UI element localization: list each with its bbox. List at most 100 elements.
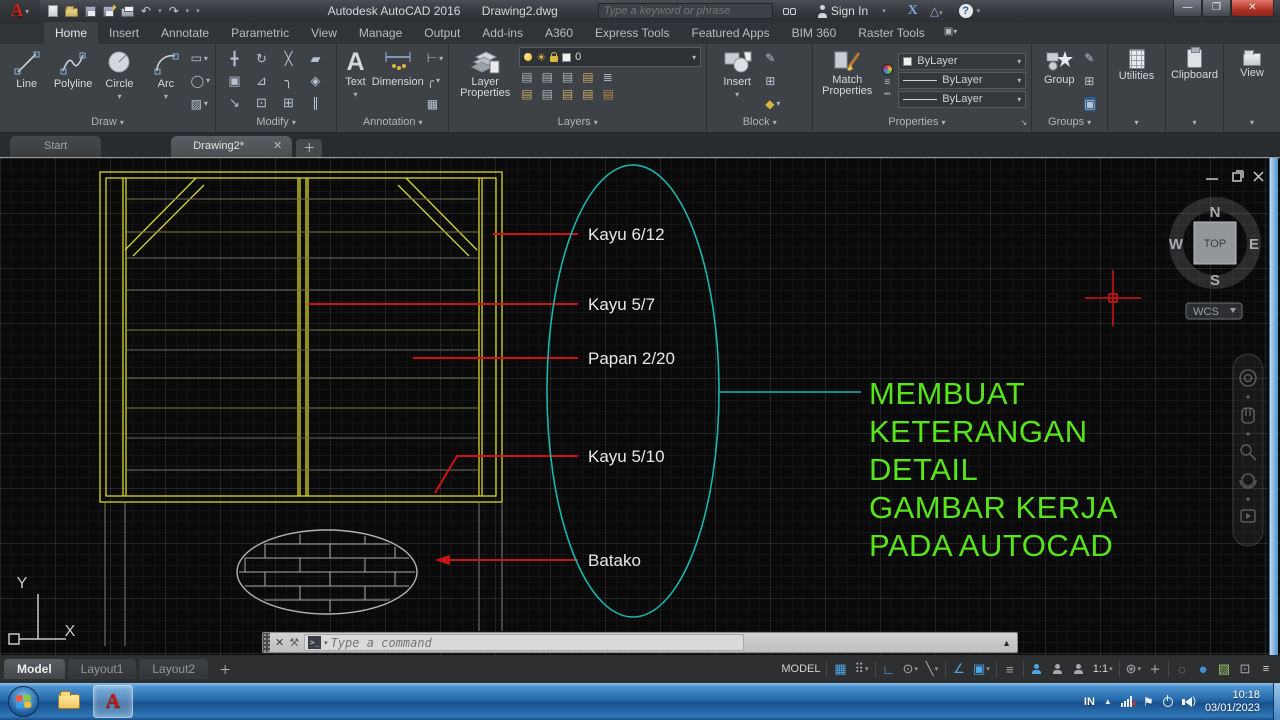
graphics-performance-icon[interactable]: ● <box>1193 658 1213 680</box>
layer-lock-icon[interactable]: ▤ <box>582 70 593 84</box>
start-button[interactable] <box>8 686 39 717</box>
callout-kayu-5-10[interactable]: Kayu 5/10 <box>588 447 665 466</box>
plot-button[interactable] <box>121 6 134 17</box>
layer-on-all-icon[interactable]: ▤ <box>521 87 532 101</box>
command-history-toggle[interactable]: ▲ <box>1002 638 1017 648</box>
ortho-toggle-icon[interactable]: ∟ <box>879 658 899 680</box>
table-tool-icon[interactable]: ▦ <box>427 97 438 111</box>
layer-thaw-all-icon[interactable]: ▤ <box>562 87 573 101</box>
qat-customize-dropdown[interactable]: ▾ <box>196 7 200 15</box>
callout-kayu-6-12[interactable]: Kayu 6/12 <box>588 225 665 244</box>
match-properties-button[interactable]: Match Properties <box>818 47 876 115</box>
insert-button[interactable]: Insert ▾ <box>712 47 762 115</box>
stretch-tool-icon[interactable]: ↘ <box>221 92 248 114</box>
layer-prev-icon[interactable]: ▤ <box>603 87 614 101</box>
help-button[interactable]: ? <box>958 4 973 18</box>
copy-tool-icon[interactable]: ▣ <box>221 70 248 92</box>
search-icon[interactable] <box>782 7 796 15</box>
scale-tool-icon[interactable]: ⊡ <box>248 92 275 114</box>
ellipse-tool-icon[interactable]: ◯ <box>191 74 204 88</box>
tab-featured-apps[interactable]: Featured Apps <box>681 22 781 44</box>
new-layout-button[interactable]: ＋ <box>211 661 239 678</box>
view-button[interactable]: View <box>1229 47 1275 115</box>
layer-properties-button[interactable]: Layer Properties <box>454 47 516 115</box>
layout2-tab[interactable]: Layout2 <box>139 659 209 679</box>
panel-footer-modify[interactable]: Modify ▾ <box>216 115 336 132</box>
help-dropdown[interactable]: ▾ <box>977 7 981 15</box>
lineweight-select[interactable]: ByLayer ▾ <box>898 71 1027 89</box>
model-space-canvas[interactable]: Kayu 6/12 Kayu 5/7 Papan 2/20 Kayu 5/10 … <box>0 158 1280 655</box>
grid-toggle-icon[interactable]: ▦ <box>830 658 850 680</box>
command-recent-dropdown[interactable]: ▾ <box>324 639 328 647</box>
trim-tool-icon[interactable]: ╳ <box>275 48 302 70</box>
note-line-4[interactable]: GAMBAR KERJA <box>869 490 1118 525</box>
group-edit-icon[interactable]: ⊞ <box>1084 74 1094 88</box>
command-input[interactable] <box>330 635 741 650</box>
layer-unisolate-icon[interactable]: ▤ <box>542 87 553 101</box>
ribbon-display-toggle[interactable]: ▣▾ <box>944 22 957 44</box>
tab-output[interactable]: Output <box>413 22 471 44</box>
taskbar-clock[interactable]: 10:18 03/01/2023 <box>1205 689 1260 715</box>
callout-labels[interactable]: Kayu 6/12 Kayu 5/7 Papan 2/20 Kayu 5/10 … <box>588 225 675 570</box>
isolate-objects-icon[interactable]: ◌ <box>1172 658 1192 680</box>
layer-off-icon[interactable]: ▤ <box>521 70 532 84</box>
viewcube[interactable]: N W E S TOP WCS <box>1169 197 1261 320</box>
tab-manage[interactable]: Manage <box>348 22 413 44</box>
layer-unlock2-icon[interactable]: ▤ <box>582 87 593 101</box>
tab-annotate[interactable]: Annotate <box>150 22 220 44</box>
workspace-switching-icon[interactable]: ⊛ ▾ <box>1123 658 1144 680</box>
tab-bim360[interactable]: BIM 360 <box>781 22 848 44</box>
sign-in-button[interactable]: Sign In ▾ <box>817 4 886 18</box>
network-icon[interactable]: × <box>1120 696 1137 710</box>
drawing-restore-icon[interactable] <box>1232 170 1244 182</box>
undo-dropdown[interactable]: ▾ <box>158 7 162 15</box>
block-edit-icon[interactable]: ✎ <box>765 51 775 65</box>
command-close-icon[interactable]: ✕ <box>270 636 289 649</box>
file-tab-start[interactable]: Start <box>10 136 102 157</box>
viewcube-west[interactable]: W <box>1169 236 1184 253</box>
tab-parametric[interactable]: Parametric <box>220 22 300 44</box>
layer-match-icon[interactable]: ≣ <box>603 70 613 84</box>
annotation-plus-icon[interactable]: ＋ <box>1145 658 1165 680</box>
callout-kayu-5-7[interactable]: Kayu 5/7 <box>588 295 655 314</box>
dimension-button[interactable]: Dimension <box>372 47 424 115</box>
save-as-button[interactable] <box>103 5 114 17</box>
object-color-select[interactable]: ByLayer ▾ <box>898 52 1027 70</box>
redo-dropdown[interactable]: ▾ <box>186 7 190 15</box>
wall-edge-lines[interactable] <box>104 503 503 646</box>
erase-tool-icon[interactable]: ▰ <box>302 48 329 70</box>
tab-raster-tools[interactable]: Raster Tools <box>847 22 935 44</box>
multileader-tool-icon[interactable]: ⊢ <box>427 51 437 65</box>
command-line-palette[interactable]: ✕ ⚒ >_ ▾ ▲ <box>262 632 1018 653</box>
palette-grip[interactable] <box>263 633 270 652</box>
rotate-tool-icon[interactable]: ↻ <box>248 48 275 70</box>
note-line-1[interactable]: MEMBUAT <box>869 376 1025 411</box>
file-tab-close-icon[interactable]: ✕ <box>273 140 282 152</box>
sign-in-dropdown[interactable]: ▾ <box>882 7 886 15</box>
note-line-2[interactable]: KETERANGAN <box>869 414 1088 449</box>
action-center-flag-icon[interactable]: ⚑ <box>1143 695 1154 709</box>
panel-footer-view[interactable]: ▾ <box>1224 115 1280 132</box>
file-tab-drawing2[interactable]: Drawing2* ✕ <box>171 136 293 157</box>
hatch-tool-icon[interactable]: ▨ <box>191 97 202 111</box>
taskbar-explorer-button[interactable] <box>49 685 89 718</box>
callout-papan-2-20[interactable]: Papan 2/20 <box>588 349 675 368</box>
utilities-button[interactable]: Utilities <box>1113 47 1160 115</box>
panel-footer-block[interactable]: Block ▾ <box>707 115 812 132</box>
frame-geometry[interactable] <box>99 171 503 503</box>
panel-footer-groups[interactable]: Groups ▾ <box>1032 115 1107 132</box>
panel-footer-annotation[interactable]: Annotation ▾ <box>337 115 448 132</box>
polyline-button[interactable]: Polyline <box>51 47 94 115</box>
model-tab[interactable]: Model <box>4 659 65 679</box>
layout1-tab[interactable]: Layout1 <box>67 659 137 679</box>
group-selection-icon[interactable]: ▣ <box>1084 96 1096 111</box>
redo-button[interactable]: ↷ <box>169 5 179 17</box>
snap-toggle-icon[interactable]: ⠿ ▾ <box>851 658 871 680</box>
save-button[interactable] <box>85 5 96 17</box>
application-menu-button[interactable]: A ▾ <box>0 0 40 24</box>
linetype-select[interactable]: ByLayer ▾ <box>898 90 1027 108</box>
viewcube-south[interactable]: S <box>1210 272 1220 289</box>
fillet-tool-icon[interactable]: ╮ <box>275 70 302 92</box>
minimize-button[interactable]: — <box>1173 0 1202 17</box>
callout-batako[interactable]: Batako <box>588 551 641 570</box>
